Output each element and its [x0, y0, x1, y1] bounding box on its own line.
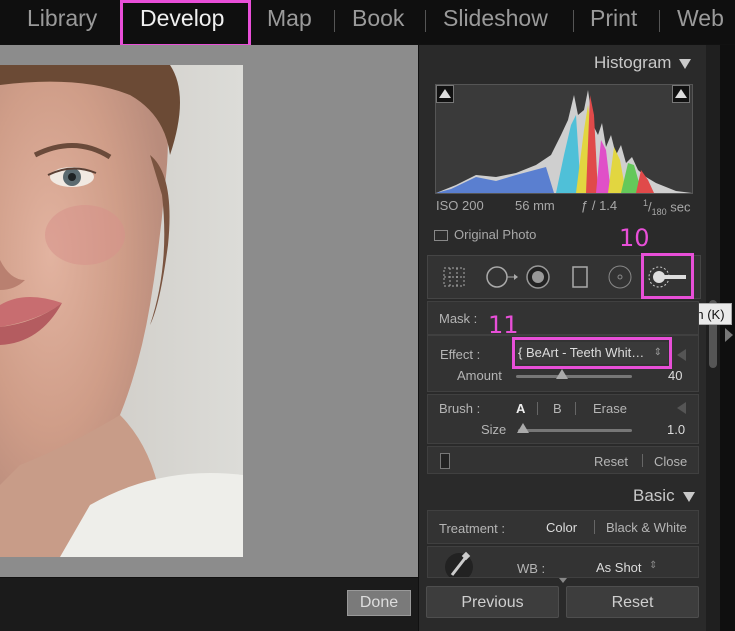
module-separator: [334, 10, 335, 32]
brush-b-option[interactable]: B: [553, 401, 562, 416]
radial-filter-icon: [608, 265, 632, 289]
red-eye-tool[interactable]: [524, 264, 552, 290]
wb-eyedropper-tool[interactable]: [442, 551, 476, 581]
panel-switch-icon[interactable]: [440, 453, 450, 469]
annotation-number-11: 11: [488, 311, 519, 339]
highlight-clipping-toggle[interactable]: [672, 85, 690, 103]
module-book[interactable]: Book: [352, 5, 404, 32]
size-label: Size: [481, 422, 507, 437]
graduated-filter-tool[interactable]: [566, 264, 594, 290]
mask-row: Mask :: [427, 301, 699, 335]
reset-mask-button[interactable]: Reset: [594, 454, 628, 469]
treatment-color-option[interactable]: Color: [546, 520, 577, 535]
radial-filter-tool[interactable]: [606, 264, 634, 290]
module-map[interactable]: Map: [267, 5, 312, 32]
module-library[interactable]: Library: [27, 5, 97, 32]
footer-separator: [642, 454, 643, 467]
size-slider-thumb[interactable]: [517, 423, 529, 433]
reset-button[interactable]: Reset: [566, 586, 699, 618]
module-web[interactable]: Web: [677, 5, 724, 32]
panel-collapse-triangle-icon: [682, 491, 695, 502]
shutter-unit: sec: [670, 199, 691, 215]
focal-length-readout: 56 mm: [515, 198, 555, 213]
shutter-readout: 1/180 sec: [643, 198, 691, 217]
basic-header[interactable]: Basic: [633, 486, 695, 506]
select-arrows-icon: ⇕: [649, 560, 658, 571]
treatment-row: Treatment : Color Black & White: [427, 510, 699, 544]
image-viewer[interactable]: [0, 45, 418, 577]
annotation-number-10: 10: [619, 224, 650, 252]
iso-readout: ISO 200: [436, 198, 484, 213]
checkbox-icon: [434, 230, 448, 242]
close-mask-button[interactable]: Close: [654, 454, 687, 469]
annotation-box-brush-tool: [641, 253, 694, 299]
brush-separator: [575, 402, 576, 415]
wb-row: WB : As Shot ⇕: [427, 546, 699, 581]
crop-overlay-tool[interactable]: [440, 264, 468, 290]
annotation-box-effect: [512, 337, 672, 369]
histogram: [435, 84, 693, 194]
annotation-box-develop: [120, 0, 251, 47]
spot-removal-tool[interactable]: [484, 264, 518, 290]
brush-separator: [537, 402, 538, 415]
shutter-denominator: 180: [651, 206, 667, 217]
module-print[interactable]: Print: [590, 5, 637, 32]
shutter-numerator: 1: [643, 198, 649, 208]
module-separator: [425, 10, 426, 32]
mask-label: Mask :: [439, 311, 478, 326]
module-slideshow[interactable]: Slideshow: [443, 5, 548, 32]
histogram-header[interactable]: Histogram: [594, 53, 692, 73]
red-eye-icon: [526, 265, 550, 289]
panel-scroll-down-icon[interactable]: [559, 578, 567, 583]
module-separator: [573, 10, 574, 32]
mask-footer-row: Reset Close: [427, 446, 699, 474]
histogram-title: Histogram: [594, 53, 672, 72]
brush-label: Brush :: [439, 401, 481, 416]
brush-section: Brush : A B Erase Size 1.0: [427, 394, 699, 444]
effect-collapse-icon[interactable]: [677, 349, 686, 361]
effect-label: Effect :: [440, 347, 481, 362]
basic-title: Basic: [633, 486, 675, 505]
done-button[interactable]: Done: [347, 590, 411, 616]
brush-erase-option[interactable]: Erase: [593, 401, 627, 416]
size-value[interactable]: 1.0: [667, 422, 685, 437]
previous-button[interactable]: Previous: [426, 586, 559, 618]
amount-value[interactable]: 40: [668, 368, 682, 383]
aperture-readout: ƒ / 1.4: [581, 198, 618, 213]
crop-icon: [443, 267, 465, 287]
original-photo-label: Original Photo: [454, 227, 537, 242]
amount-label: Amount: [457, 368, 502, 383]
treatment-bw-option[interactable]: Black & White: [606, 520, 687, 535]
brush-a-option[interactable]: A: [516, 401, 525, 416]
panel-collapse-triangle-icon: [679, 58, 692, 69]
treatment-separator: [594, 520, 595, 534]
treatment-label: Treatment :: [439, 521, 505, 536]
brush-collapse-icon[interactable]: [677, 402, 686, 414]
size-slider-track[interactable]: [518, 429, 632, 432]
module-separator: [659, 10, 660, 32]
collapse-right-panel-icon[interactable]: [725, 328, 733, 342]
eyedropper-icon: [445, 551, 473, 581]
graduated-filter-icon: [572, 266, 588, 288]
amount-slider-thumb[interactable]: [556, 369, 569, 379]
shadow-clipping-toggle[interactable]: [436, 85, 454, 103]
amount-slider-track[interactable]: [516, 375, 632, 378]
original-photo-checkbox[interactable]: Original Photo: [434, 227, 536, 242]
wb-label: WB :: [517, 561, 546, 576]
spot-removal-icon: [486, 266, 518, 288]
portrait-photo: [0, 65, 243, 557]
wb-value[interactable]: As Shot: [596, 560, 642, 575]
